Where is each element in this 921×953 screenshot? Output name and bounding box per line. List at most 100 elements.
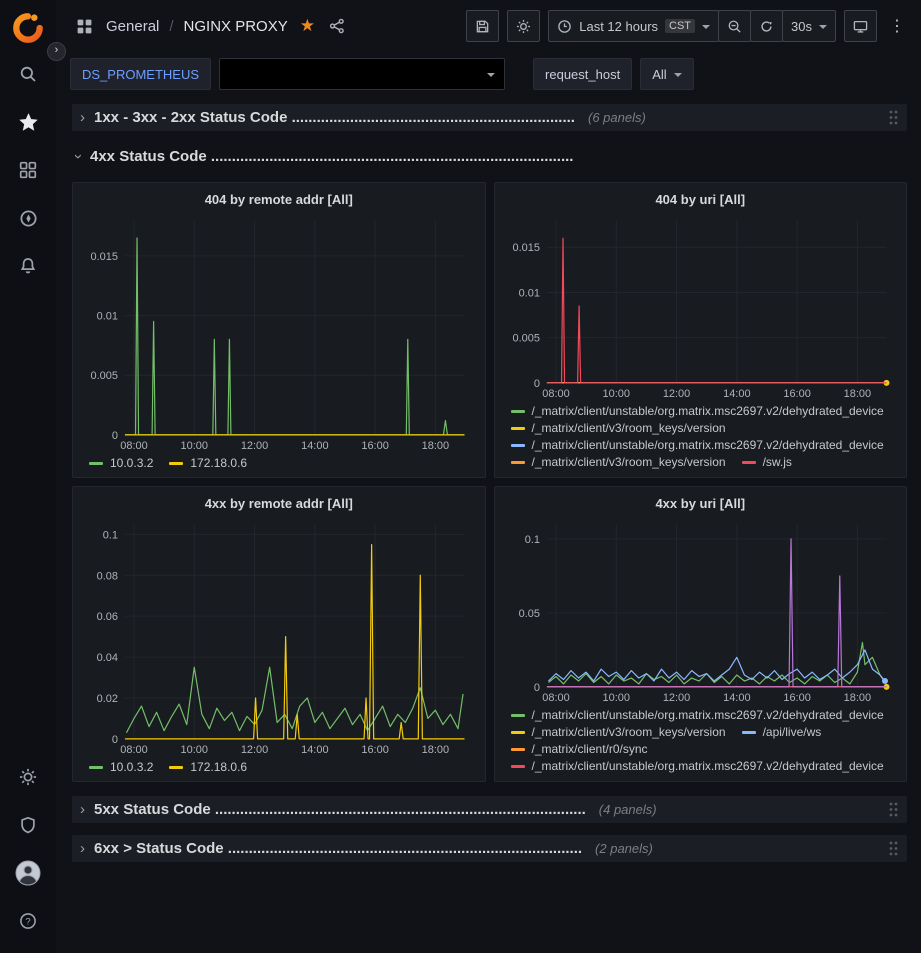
- time-range-picker[interactable]: Last 12 hours CST: [548, 10, 719, 42]
- variable-label-ds-prometheus[interactable]: DS_PROMETHEUS: [70, 58, 211, 90]
- svg-text:08:00: 08:00: [120, 440, 147, 452]
- dashboard-row-4xx[interactable]: › 4xx Status Code ......................…: [72, 143, 907, 170]
- dashboard-content: › 1xx - 3xx - 2xx Status Code ..........…: [56, 96, 921, 953]
- legend-label: 10.0.3.2: [110, 456, 153, 470]
- sidebar-item-configuration[interactable]: [0, 753, 56, 801]
- svg-text:12:00: 12:00: [241, 440, 268, 452]
- row-panel-count: (2 panels): [595, 841, 653, 856]
- svg-text:0.02: 0.02: [97, 693, 118, 705]
- grafana-logo[interactable]: [6, 6, 50, 50]
- favorite-star-icon[interactable]: ★: [300, 16, 315, 36]
- refresh-icon: [759, 19, 774, 34]
- time-range-label: Last 12 hours: [579, 19, 658, 34]
- legend-item[interactable]: /_matrix/client/v3/room_keys/version: [511, 455, 726, 469]
- row-drag-handle-icon[interactable]: [888, 801, 899, 818]
- legend-item[interactable]: 10.0.3.2: [89, 456, 153, 470]
- legend-label: /_matrix/client/unstable/org.matrix.msc2…: [532, 438, 884, 452]
- panel-title[interactable]: 4xx by uri [All]: [505, 492, 897, 516]
- compass-icon: [19, 209, 38, 228]
- legend-item[interactable]: /api/live/ws: [742, 725, 822, 739]
- legend-item[interactable]: /_matrix/client/unstable/org.matrix.msc2…: [511, 708, 884, 722]
- panel-title[interactable]: 404 by uri [All]: [505, 188, 897, 212]
- sidebar-item-search[interactable]: [0, 50, 56, 98]
- svg-text:18:00: 18:00: [843, 388, 870, 400]
- more-options-button[interactable]: ⋮: [885, 16, 909, 36]
- refresh-button[interactable]: [750, 10, 783, 42]
- dashboard-row-6xx[interactable]: › 6xx > Status Code ....................…: [72, 835, 907, 862]
- sidebar-expand-button[interactable]: ›: [47, 42, 66, 61]
- legend-label: 172.18.0.6: [190, 456, 247, 470]
- legend-item[interactable]: 172.18.0.6: [169, 456, 247, 470]
- legend-swatch: [511, 410, 525, 413]
- time-controls: Last 12 hours CST 30s: [548, 10, 836, 42]
- chevron-down-icon: [819, 25, 827, 29]
- svg-text:0.015: 0.015: [91, 251, 118, 263]
- legend-label: 10.0.3.2: [110, 760, 153, 774]
- svg-text:0: 0: [533, 378, 539, 390]
- legend-label: /_matrix/client/v3/room_keys/version: [532, 725, 726, 739]
- dashboard-settings-button[interactable]: [507, 10, 540, 42]
- time-series-chart[interactable]: 00.050.108:0010:0012:0014:0016:0018:00: [505, 516, 897, 705]
- time-series-chart[interactable]: 00.0050.010.01508:0010:0012:0014:0016:00…: [505, 212, 897, 401]
- legend-item[interactable]: /_matrix/client/unstable/org.matrix.msc2…: [511, 759, 884, 773]
- sidebar-item-alerting[interactable]: [0, 242, 56, 290]
- dashboards-grid-icon: [19, 161, 37, 179]
- ds-prometheus-select[interactable]: [219, 58, 505, 90]
- legend-item[interactable]: 10.0.3.2: [89, 760, 153, 774]
- legend-item[interactable]: /_matrix/client/v3/room_keys/version: [511, 421, 726, 435]
- sidebar-item-profile[interactable]: [0, 849, 56, 897]
- panel-title[interactable]: 4xx by remote addr [All]: [83, 492, 475, 516]
- sidebar-item-server-admin[interactable]: [0, 801, 56, 849]
- apps-menu-button[interactable]: [70, 12, 98, 40]
- legend-swatch: [169, 462, 183, 465]
- chart-legend: 10.0.3.2 172.18.0.6: [83, 757, 475, 774]
- tv-mode-button[interactable]: [844, 10, 877, 42]
- share-button[interactable]: [323, 12, 351, 40]
- variable-value-text: All: [652, 67, 666, 82]
- time-series-chart[interactable]: 00.0050.010.01508:0010:0012:0014:0016:00…: [83, 212, 475, 453]
- sidebar-item-dashboards[interactable]: [0, 146, 56, 194]
- legend-item[interactable]: /_matrix/client/unstable/org.matrix.msc2…: [511, 404, 884, 418]
- svg-text:0.015: 0.015: [512, 242, 539, 254]
- sidebar-item-help[interactable]: ?: [0, 897, 56, 945]
- share-icon: [329, 18, 345, 34]
- legend-item[interactable]: /_matrix/client/v3/room_keys/version: [511, 725, 726, 739]
- variables-bar: DS_PROMETHEUS request_host All: [56, 52, 921, 96]
- refresh-interval-picker[interactable]: 30s: [782, 10, 836, 42]
- dashboard-row-5xx[interactable]: › 5xx Status Code ......................…: [72, 796, 907, 823]
- refresh-interval-label: 30s: [791, 19, 812, 34]
- svg-text:14:00: 14:00: [723, 388, 750, 400]
- help-circle-icon: ?: [19, 912, 37, 930]
- sidebar-item-starred[interactable]: [0, 98, 56, 146]
- legend-item[interactable]: /_matrix/client/r0/sync: [511, 742, 648, 756]
- chevron-down-icon: [674, 73, 682, 77]
- legend-swatch: [89, 766, 103, 769]
- time-series-chart[interactable]: 00.020.040.060.080.108:0010:0012:0014:00…: [83, 516, 475, 757]
- svg-text:18:00: 18:00: [422, 440, 449, 452]
- svg-text:0.08: 0.08: [97, 570, 118, 582]
- panel-grid: 404 by remote addr [All] 00.0050.010.015…: [72, 182, 907, 782]
- panel-title[interactable]: 404 by remote addr [All]: [83, 188, 475, 212]
- dashboard-title[interactable]: NGINX PROXY: [184, 18, 288, 35]
- main-area: General / NGINX PROXY ★: [56, 0, 921, 953]
- variable-label-request-host[interactable]: request_host: [533, 58, 632, 90]
- svg-text:10:00: 10:00: [602, 388, 629, 400]
- svg-text:12:00: 12:00: [241, 744, 268, 756]
- legend-item[interactable]: /sw.js: [742, 455, 792, 469]
- svg-text:10:00: 10:00: [181, 440, 208, 452]
- legend-item[interactable]: /_matrix/client/unstable/org.matrix.msc2…: [511, 438, 884, 452]
- svg-text:16:00: 16:00: [361, 744, 388, 756]
- svg-text:0.01: 0.01: [97, 311, 118, 323]
- row-drag-handle-icon[interactable]: [888, 109, 899, 126]
- row-drag-handle-icon[interactable]: [888, 840, 899, 857]
- save-dashboard-button[interactable]: [466, 10, 499, 42]
- dashboard-row-1xx-2xx-3xx[interactable]: › 1xx - 3xx - 2xx Status Code ..........…: [72, 104, 907, 131]
- legend-item[interactable]: 172.18.0.6: [169, 760, 247, 774]
- request-host-select[interactable]: All: [640, 58, 693, 90]
- star-icon: [19, 113, 38, 132]
- sidebar-item-explore[interactable]: [0, 194, 56, 242]
- zoom-out-button[interactable]: [718, 10, 751, 42]
- svg-text:0: 0: [112, 734, 118, 746]
- breadcrumb-section[interactable]: General: [106, 18, 159, 35]
- chart-area: 00.0050.010.01508:0010:0012:0014:0016:00…: [83, 212, 475, 453]
